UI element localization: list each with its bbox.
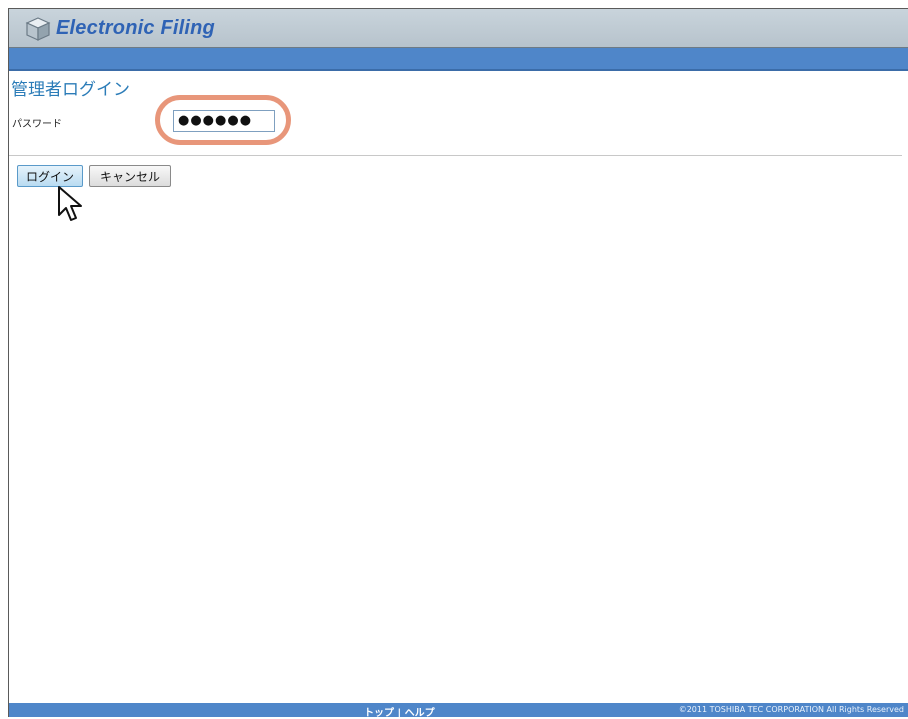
divider <box>9 155 902 156</box>
copyright-text: ©2011 TOSHIBA TEC CORPORATION All Rights… <box>678 705 904 714</box>
menu-band <box>9 48 908 71</box>
page-title: 管理者ログイン <box>11 80 130 100</box>
mouse-pointer-icon <box>58 186 82 221</box>
cancel-button[interactable]: キャンセル <box>89 165 171 187</box>
browser-frame: Electronic Filing 管理者ログイン パスワード ●●●●●● ロ… <box>8 8 908 719</box>
login-button[interactable]: ログイン <box>17 165 83 187</box>
password-label: パスワード <box>12 119 62 130</box>
password-input[interactable]: ●●●●●● <box>173 110 275 132</box>
cube-icon <box>25 17 51 41</box>
header-bar: Electronic Filing <box>9 9 908 48</box>
footer-bar: トップ | ヘルプ ©2011 TOSHIBA TEC CORPORATION … <box>9 703 908 719</box>
app-title: Electronic Filing <box>56 17 215 39</box>
